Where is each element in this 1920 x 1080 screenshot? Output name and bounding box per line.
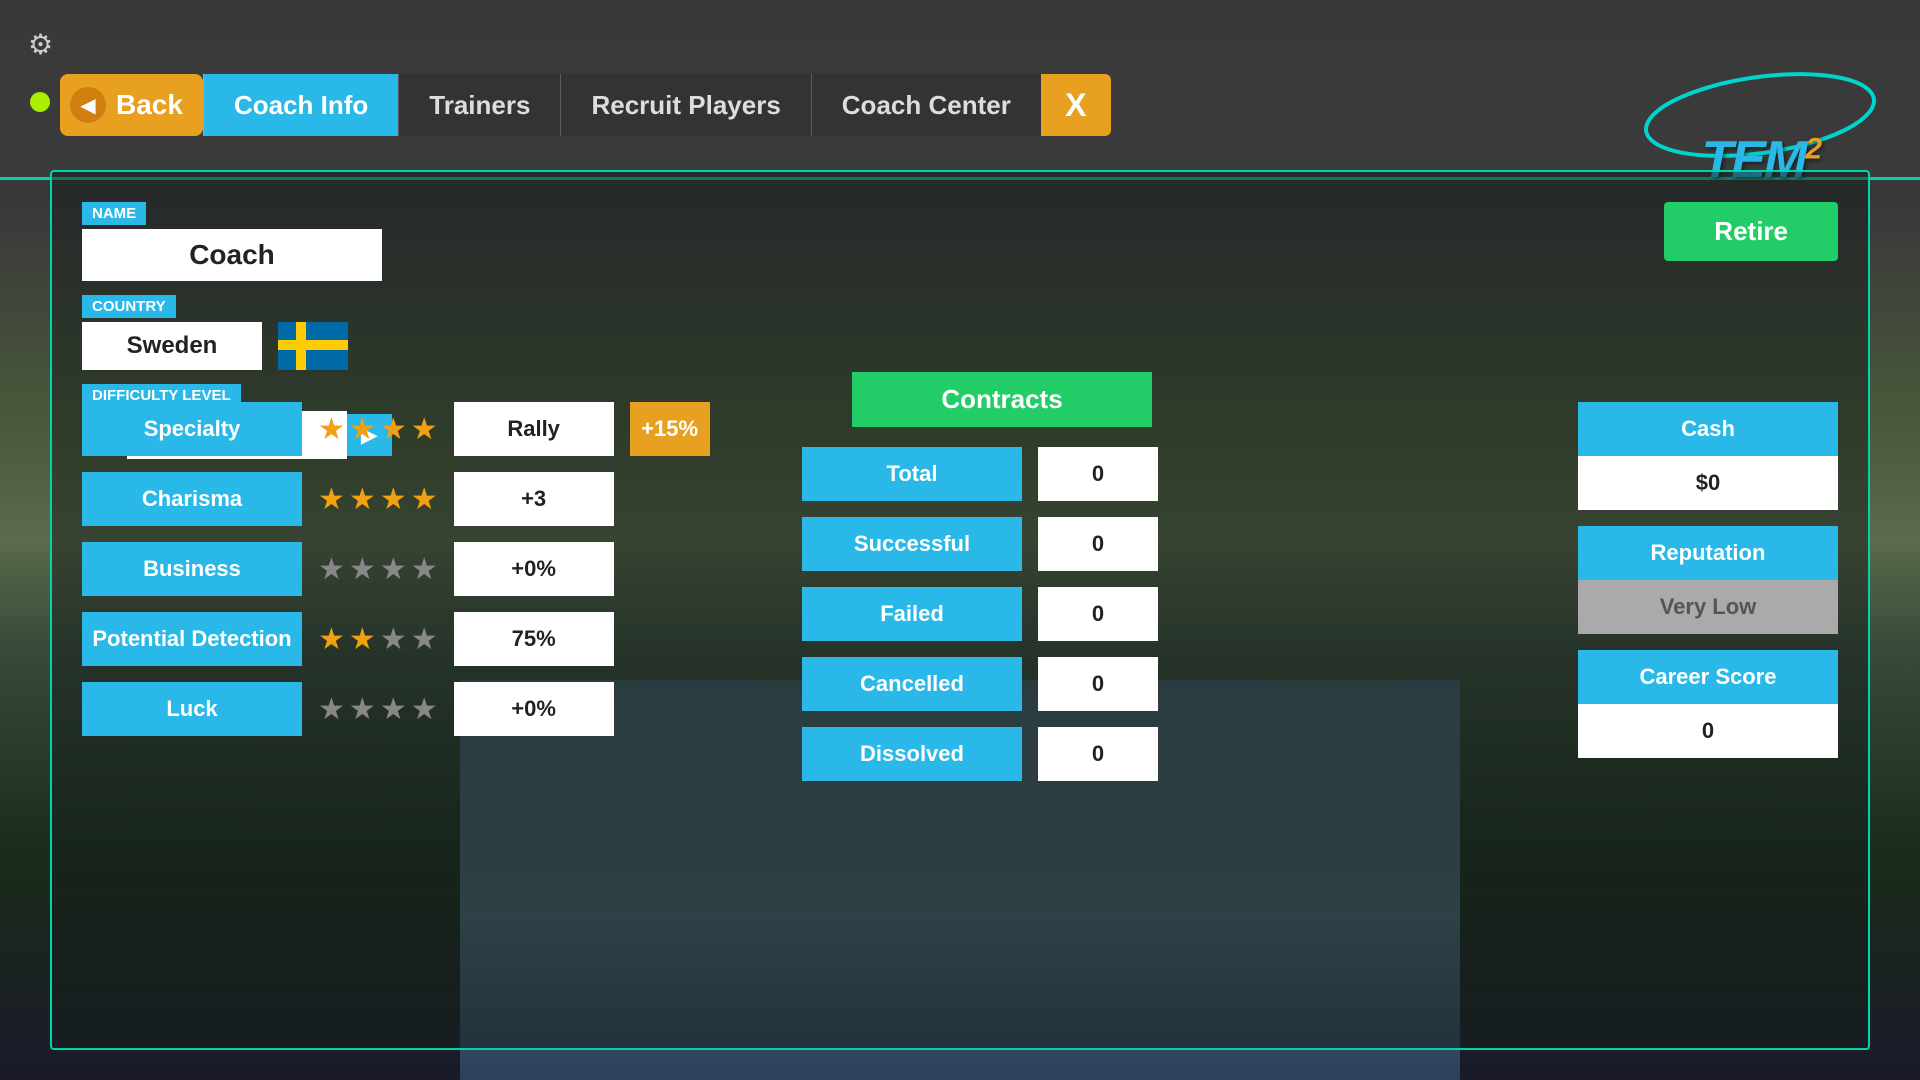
coach-name: Coach [82, 229, 382, 281]
country-label: COUNTRY [82, 295, 176, 318]
star-4: ★ [411, 622, 438, 657]
country-value: Sweden [82, 322, 262, 370]
charisma-label: Charisma [82, 472, 302, 526]
total-row: Total 0 [802, 447, 1202, 501]
tab-coach-center[interactable]: Coach Center [811, 74, 1041, 136]
cash-block: Cash $0 [1578, 402, 1838, 510]
star-1: ★ [318, 622, 345, 657]
star-3: ★ [380, 692, 407, 727]
total-label: Total [802, 447, 1022, 501]
tab-recruit-players[interactable]: Recruit Players [560, 74, 810, 136]
star-4: ★ [411, 412, 438, 447]
dissolved-label: Dissolved [802, 727, 1022, 781]
successful-row: Successful 0 [802, 517, 1202, 571]
cash-value: $0 [1578, 456, 1838, 510]
charisma-value: +3 [454, 472, 614, 526]
right-stats-section: Cash $0 Reputation Very Low Career Score… [1578, 402, 1838, 774]
cancelled-value: 0 [1038, 657, 1158, 711]
star-3: ★ [380, 412, 407, 447]
specialty-value: Rally [454, 402, 614, 456]
star-1: ★ [318, 692, 345, 727]
star-4: ★ [411, 482, 438, 517]
star-3: ★ [380, 622, 407, 657]
reputation-block: Reputation Very Low [1578, 526, 1838, 634]
gear-icon[interactable]: ⚙ [28, 28, 53, 61]
specialty-stars: ★ ★ ★ ★ [318, 412, 438, 447]
charisma-stars: ★ ★ ★ ★ [318, 482, 438, 517]
business-value: +0% [454, 542, 614, 596]
failed-label: Failed [802, 587, 1022, 641]
specialty-label: Specialty [82, 402, 302, 456]
star-2: ★ [349, 622, 376, 657]
luck-value: +0% [454, 682, 614, 736]
potential-detection-label: Potential Detection [82, 612, 302, 666]
potential-detection-stars: ★ ★ ★ ★ [318, 622, 438, 657]
business-stars: ★ ★ ★ ★ [318, 552, 438, 587]
cash-label: Cash [1578, 402, 1838, 456]
successful-label: Successful [802, 517, 1022, 571]
successful-value: 0 [1038, 517, 1158, 571]
star-2: ★ [349, 412, 376, 447]
failed-value: 0 [1038, 587, 1158, 641]
tab-coach-info[interactable]: Coach Info [203, 74, 398, 136]
dissolved-row: Dissolved 0 [802, 727, 1202, 781]
star-2: ★ [349, 482, 376, 517]
back-arrow-icon: ◀ [70, 87, 106, 123]
contracts-section: Contracts Total 0 Successful 0 Failed 0 … [802, 372, 1202, 797]
potential-detection-value: 75% [454, 612, 614, 666]
specialty-bonus: +15% [630, 402, 710, 456]
main-panel: Retire NAME Coach COUNTRY Sweden DIFFICU… [50, 170, 1870, 1050]
sweden-flag-icon [278, 322, 348, 370]
business-label: Business [82, 542, 302, 596]
career-score-block: Career Score 0 [1578, 650, 1838, 758]
failed-row: Failed 0 [802, 587, 1202, 641]
name-label: NAME [82, 202, 146, 225]
luck-label: Luck [82, 682, 302, 736]
dissolved-value: 0 [1038, 727, 1158, 781]
logo: TEM2 [1640, 70, 1880, 160]
total-value: 0 [1038, 447, 1158, 501]
reputation-label: Reputation [1578, 526, 1838, 580]
cancelled-label: Cancelled [802, 657, 1022, 711]
star-3: ★ [380, 482, 407, 517]
star-1: ★ [318, 412, 345, 447]
star-2: ★ [349, 692, 376, 727]
star-3: ★ [380, 552, 407, 587]
star-4: ★ [411, 692, 438, 727]
retire-button[interactable]: Retire [1664, 202, 1838, 261]
cancelled-row: Cancelled 0 [802, 657, 1202, 711]
country-row: Sweden [82, 322, 482, 370]
star-1: ★ [318, 552, 345, 587]
back-button[interactable]: ◀ Back [60, 74, 203, 136]
star-4: ★ [411, 552, 438, 587]
close-button[interactable]: X [1041, 74, 1111, 136]
star-1: ★ [318, 482, 345, 517]
star-2: ★ [349, 552, 376, 587]
back-label: Back [116, 89, 183, 121]
luck-stars: ★ ★ ★ ★ [318, 692, 438, 727]
career-score-value: 0 [1578, 704, 1838, 758]
career-score-label: Career Score [1578, 650, 1838, 704]
tab-trainers[interactable]: Trainers [398, 74, 560, 136]
contracts-header: Contracts [852, 372, 1152, 427]
reputation-value: Very Low [1578, 580, 1838, 634]
status-dot [30, 92, 50, 112]
navigation: ◀ Back Coach Info Trainers Recruit Playe… [60, 74, 1111, 136]
